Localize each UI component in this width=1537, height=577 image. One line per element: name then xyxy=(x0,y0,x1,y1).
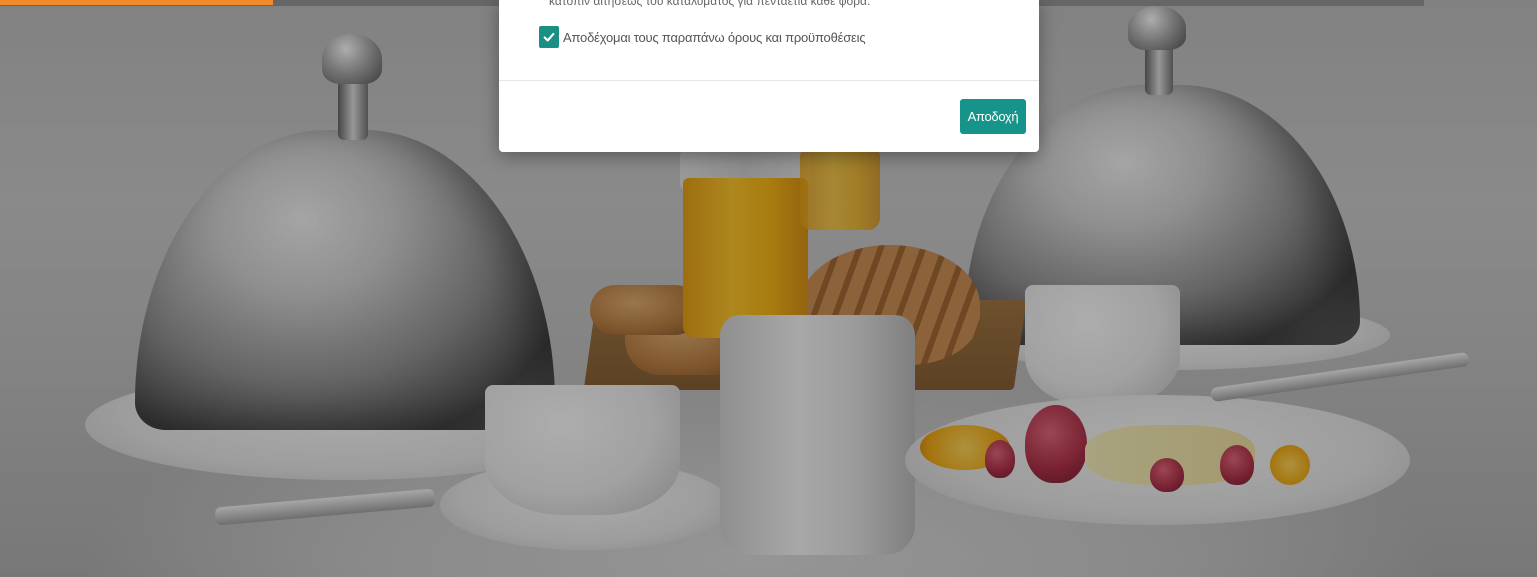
check-icon xyxy=(543,32,555,42)
page: κατόπιν αιτήσεως του καταλύματος για πεν… xyxy=(0,0,1537,577)
accent-progress-bar xyxy=(0,0,273,5)
accept-terms-checkbox[interactable] xyxy=(539,26,559,48)
accept-terms-label[interactable]: Αποδέχομαι τους παραπάνω όρους και προϋπ… xyxy=(563,30,866,45)
terms-text: κατόπιν αιτήσεως του καταλύματος για πεν… xyxy=(549,0,871,8)
modal-body: κατόπιν αιτήσεως του καταλύματος για πεν… xyxy=(499,0,1039,80)
accept-button[interactable]: Αποδοχή xyxy=(960,99,1026,134)
modal-footer: Αποδοχή xyxy=(499,81,1039,152)
terms-modal: κατόπιν αιτήσεως του καταλύματος για πεν… xyxy=(499,0,1039,152)
accept-terms-row[interactable]: Αποδέχομαι τους παραπάνω όρους και προϋπ… xyxy=(539,26,866,48)
